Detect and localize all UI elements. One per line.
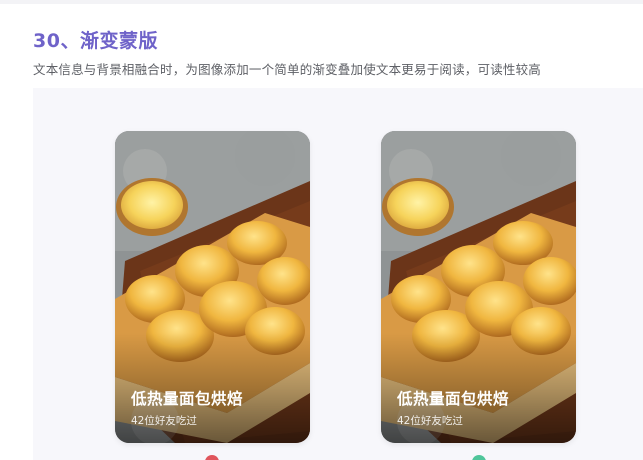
section-description: 文本信息与背景相融合时，为图像添加一个简单的渐变叠加使文本更易于阅读，可读性较高	[33, 62, 542, 77]
card-subtitle: 42位好友吃过	[397, 415, 463, 427]
card-title: 低热量面包烘焙	[131, 390, 244, 408]
section-title: 30、渐变蒙版	[33, 30, 158, 52]
top-divider	[0, 0, 643, 4]
food-card-with-gradient[interactable]: 低热量面包烘焙 42位好友吃过	[381, 131, 576, 443]
card-subtitle: 42位好友吃过	[131, 415, 197, 427]
card-title: 低热量面包烘焙	[397, 390, 510, 408]
food-card-without-gradient[interactable]: 低热量面包烘焙 42位好友吃过	[115, 131, 310, 443]
example-panel: 低热量面包烘焙 42位好友吃过 低热量面包烘焙 42位好友吃过	[33, 88, 643, 460]
